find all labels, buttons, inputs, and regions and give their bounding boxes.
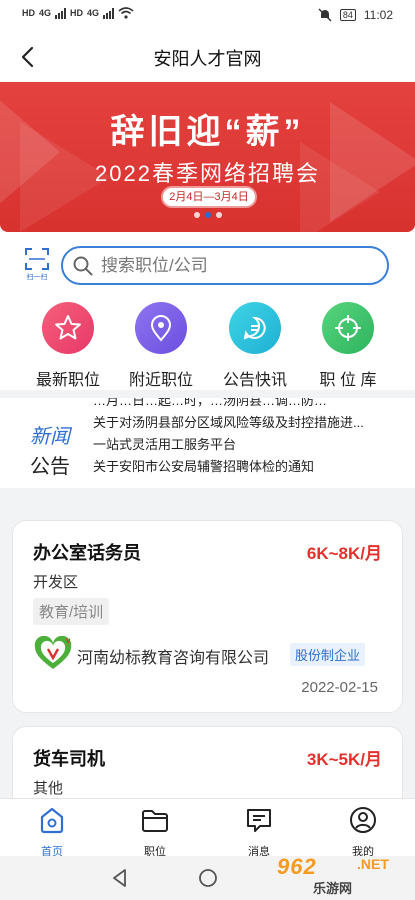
job-title: 货车司机 — [33, 749, 105, 769]
watermark-domain: .NET — [357, 856, 389, 872]
quick-link-label: 公告快讯 — [222, 372, 287, 389]
job-area: 其他 — [33, 780, 64, 797]
post-date: 2022-02-15 — [301, 679, 378, 696]
tab-home[interactable]: 首页 — [22, 805, 82, 859]
mute-bell-icon — [318, 8, 332, 22]
status-right: 84 11:02 — [318, 8, 393, 22]
scan-button[interactable]: 扫一扫 — [22, 248, 52, 282]
news-item[interactable]: …月…日…起…时，…汤阴县…调…防… — [93, 398, 393, 412]
quick-link-label: 职 位 库 — [319, 372, 377, 389]
quick-link-label: 最新职位 — [35, 372, 100, 389]
job-category-tag: 教育/培训 — [33, 598, 110, 625]
company-logo: v — [34, 636, 72, 669]
news-item[interactable]: 关于安阳市公安局辅警招聘体检的通知 — [93, 456, 393, 478]
company-type-badge: 股份制企业 — [290, 643, 366, 666]
carousel-dots — [0, 212, 415, 218]
news-item[interactable]: 一站式灵活用工服务平台 — [93, 434, 393, 456]
net2-label: 4G — [87, 8, 100, 18]
promo-banner[interactable]: 辞旧迎“薪” 2022春季网络招聘会 2月4日—3月4日 — [0, 82, 415, 232]
quick-link-label: 附近职位 — [128, 372, 193, 389]
net1-label: 4G — [39, 8, 52, 18]
job-title: 办公室话务员 — [33, 543, 141, 563]
bottom-tab-bar: 首页 职位 消息 我的 — [0, 798, 415, 859]
scan-label: 扫一扫 — [26, 274, 48, 281]
job-salary: 3K~5K/月 — [306, 750, 382, 769]
job-salary: 6K~8K/月 — [306, 544, 382, 563]
quick-link-job-library[interactable]: 职 位 库 — [303, 302, 393, 390]
star-icon — [42, 302, 94, 354]
news-tag: 新闻 — [30, 426, 70, 448]
location-pin-icon — [135, 302, 187, 354]
search-input[interactable] — [101, 254, 371, 278]
status-bar: HD 4G HD 4G 84 11:02 — [0, 0, 415, 32]
nav-home-icon[interactable] — [196, 866, 220, 890]
watermark-name: 乐游网 — [313, 881, 353, 896]
signal-icon — [55, 7, 67, 19]
target-icon — [322, 302, 374, 354]
home-icon — [40, 807, 64, 834]
news-item[interactable]: 关于对汤阴县部分区域风险等级及封控措施进... — [93, 412, 393, 434]
message-icon — [247, 809, 271, 832]
clock: 11:02 — [363, 8, 393, 22]
carousel-dot[interactable] — [215, 212, 222, 218]
banner-dates: 2月4日—3月4日 — [163, 188, 255, 206]
quick-link-latest-jobs[interactable]: 最新职位 — [23, 302, 113, 390]
folder-icon — [142, 810, 168, 832]
scan-icon — [25, 248, 49, 270]
sim1-label: HD — [22, 8, 35, 18]
news-ticker[interactable]: 新闻 公告 …月…日…起…时，…汤阴县…调…防… 关于对汤阴县部分区域风险等级及… — [0, 398, 415, 488]
search-icon — [73, 256, 93, 276]
battery-icon: 84 — [339, 9, 356, 21]
app-header: 安阳人才官网 — [0, 32, 415, 82]
search-box[interactable] — [61, 246, 389, 285]
company-name: 河南幼标教育咨询有限公司 — [77, 650, 270, 667]
chat-bubble-icon — [229, 302, 281, 354]
page-title: 安阳人才官网 — [153, 49, 262, 69]
news-list: …月…日…起…时，…汤阴县…调…防… 关于对汤阴县部分区域风险等级及封控措施进.… — [93, 398, 393, 478]
nav-back-icon[interactable] — [108, 866, 132, 890]
sim2-label: HD — [70, 8, 84, 18]
job-area: 开发区 — [33, 574, 79, 591]
job-card[interactable]: 办公室话务员 6K~8K/月 开发区 教育/培训 v 河南幼标教育咨询有限公司 … — [12, 520, 403, 713]
banner-headline: 辞旧迎“薪” — [110, 113, 305, 151]
announcement-tag: 公告 — [30, 456, 70, 478]
quick-link-announcements[interactable]: 公告快讯 — [210, 302, 300, 390]
carousel-dot-active[interactable] — [204, 212, 211, 218]
quick-links: 最新职位 附近职位 公告快讯 职 位 库 — [0, 292, 415, 390]
banner-subtitle: 2022春季网络招聘会 — [95, 161, 320, 186]
quick-link-nearby-jobs[interactable]: 附近职位 — [116, 302, 206, 390]
tab-jobs[interactable]: 职位 — [125, 805, 185, 859]
signal-icon-2 — [103, 7, 115, 19]
search-row: 扫一扫 — [0, 232, 415, 292]
tab-profile[interactable]: 我的 — [333, 805, 393, 859]
user-icon — [350, 807, 376, 833]
tab-messages[interactable]: 消息 — [229, 805, 289, 859]
site-watermark: 962 .NET 乐游网 — [269, 852, 409, 898]
status-left: HD 4G HD 4G — [22, 7, 134, 19]
carousel-dot[interactable] — [193, 212, 200, 218]
watermark-number: 962 — [277, 854, 317, 879]
wifi-icon — [118, 7, 134, 19]
svg-text:v: v — [66, 636, 71, 645]
